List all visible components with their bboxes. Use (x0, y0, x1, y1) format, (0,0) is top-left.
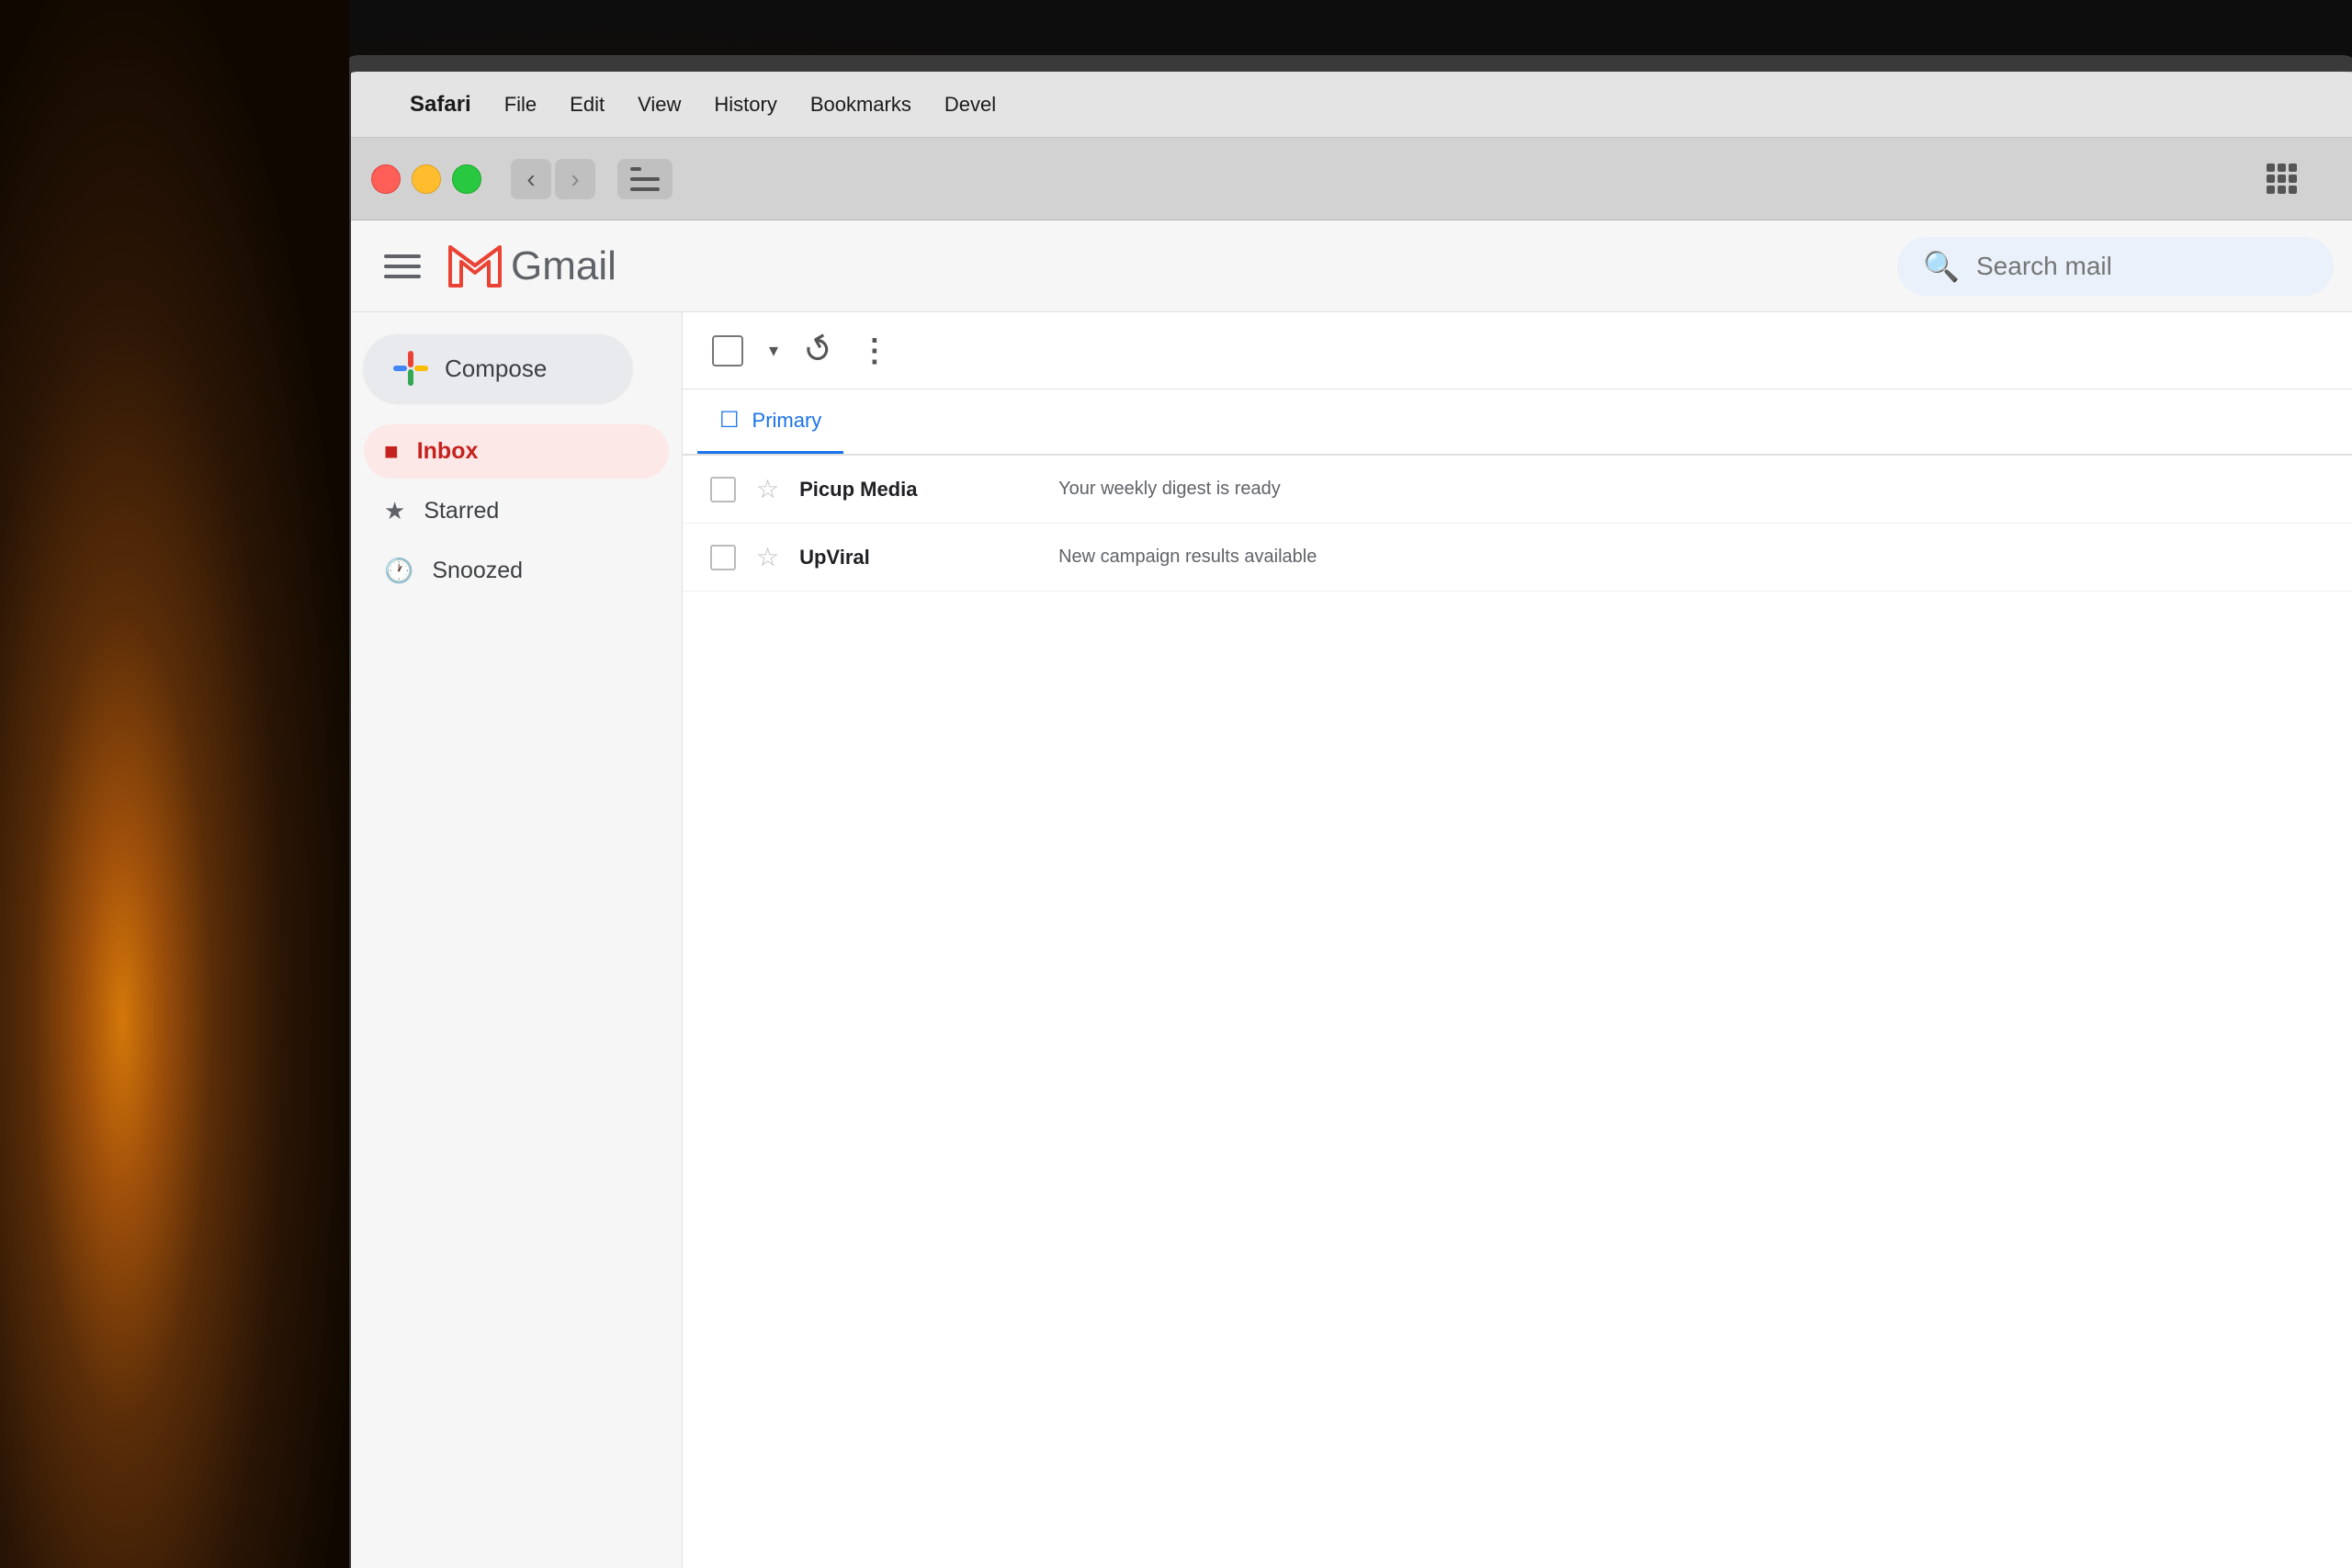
view-menu[interactable]: View (638, 93, 681, 117)
email-checkbox[interactable] (710, 477, 736, 502)
tab-primary[interactable]: ☐ Primary (697, 389, 843, 454)
sidebar-item-snoozed[interactable]: 🕐 Snoozed (364, 544, 669, 598)
email-sender: UpViral (799, 546, 1038, 570)
email-subject: Your weekly digest is ready (1058, 479, 2334, 500)
email-tabs: ☐ Primary (683, 389, 2352, 456)
hamburger-menu-button[interactable] (379, 243, 426, 290)
email-toolbar: ▾ ↺ ⋮ (683, 312, 2352, 389)
snoozed-label: Snoozed (432, 558, 523, 584)
traffic-lights (371, 164, 481, 194)
email-star-icon[interactable]: ☆ (756, 474, 779, 504)
macos-menu-bar: Safari File Edit View History Bookmarks … (351, 72, 2352, 138)
gmail-app: Gmail 🔍 (351, 220, 2352, 1568)
sidebar-item-inbox[interactable]: ■ Inbox (364, 424, 669, 479)
safari-menu[interactable]: Safari (410, 92, 471, 118)
close-button[interactable] (371, 164, 401, 194)
sidebar-toggle-button[interactable] (617, 159, 673, 199)
hamburger-line (384, 275, 421, 278)
email-star-icon[interactable]: ☆ (756, 542, 779, 572)
select-all-checkbox[interactable] (712, 335, 743, 367)
forward-button[interactable]: › (555, 159, 595, 199)
search-bar[interactable]: 🔍 (1897, 237, 2334, 296)
starred-label: Starred (424, 498, 499, 525)
email-sender: Picup Media (799, 478, 1038, 502)
gmail-m-icon (448, 245, 502, 288)
inbox-label: Inbox (417, 438, 479, 465)
refresh-button[interactable]: ↺ (796, 325, 842, 376)
gmail-body: Compose ■ Inbox ★ Starred 🕐 Snoozed (351, 312, 2352, 1568)
browser-chrome: ‹ › (351, 138, 2352, 220)
compose-label: Compose (445, 355, 547, 383)
sidebar-item-starred[interactable]: ★ Starred (364, 484, 669, 538)
chevron-left-icon: ‹ (526, 164, 535, 194)
grid-view-button[interactable] (2258, 155, 2306, 203)
search-input[interactable] (1976, 252, 2308, 281)
more-options-button[interactable]: ⋮ (859, 333, 887, 369)
primary-tab-icon: ☐ (719, 407, 740, 434)
laptop-frame: Safari File Edit View History Bookmarks … (340, 55, 2352, 1568)
email-row[interactable]: ☆ UpViral New campaign results available (683, 524, 2352, 592)
email-list: ☆ Picup Media Your weekly digest is read… (683, 456, 2352, 1568)
email-checkbox[interactable] (710, 545, 736, 570)
email-subject: New campaign results available (1058, 547, 2334, 568)
minimize-button[interactable] (412, 164, 441, 194)
gmail-header: Gmail 🔍 (351, 220, 2352, 312)
compose-plus-icon (393, 351, 428, 386)
primary-tab-label: Primary (752, 409, 822, 433)
file-menu[interactable]: File (504, 93, 537, 117)
grid-icon (2267, 164, 2298, 195)
maximize-button[interactable] (452, 164, 481, 194)
email-row[interactable]: ☆ Picup Media Your weekly digest is read… (683, 456, 2352, 524)
history-menu[interactable]: History (714, 93, 776, 117)
hamburger-line (384, 265, 421, 268)
edit-menu[interactable]: Edit (570, 93, 605, 117)
nav-buttons: ‹ › (511, 159, 595, 199)
inbox-icon: ■ (384, 437, 399, 466)
star-icon: ★ (384, 497, 405, 525)
chevron-right-icon: › (571, 164, 579, 194)
background-left (0, 0, 349, 1568)
hamburger-line (384, 254, 421, 258)
gmail-logo: Gmail (448, 243, 616, 289)
back-button[interactable]: ‹ (511, 159, 551, 199)
clock-icon: 🕐 (384, 557, 413, 585)
select-dropdown-arrow[interactable]: ▾ (769, 339, 778, 362)
sidebar-toggle-icon (630, 167, 660, 191)
develop-menu[interactable]: Devel (944, 93, 996, 117)
gmail-text: Gmail (511, 243, 616, 289)
email-list-area: ▾ ↺ ⋮ ☐ Primary ☆ (682, 312, 2352, 1568)
compose-button[interactable]: Compose (364, 334, 632, 402)
search-icon: 🔍 (1923, 249, 1960, 284)
gmail-sidebar: Compose ■ Inbox ★ Starred 🕐 Snoozed (351, 312, 682, 1568)
bookmarks-menu[interactable]: Bookmarks (810, 93, 911, 117)
